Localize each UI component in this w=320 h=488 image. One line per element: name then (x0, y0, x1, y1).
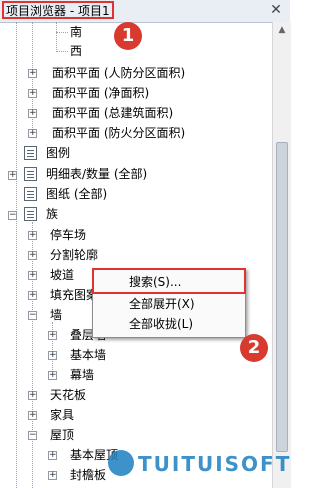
sheet-icon (24, 187, 37, 201)
tree-guide-line (16, 22, 17, 488)
project-browser-tree: 南 西 + 面积平面 (人防分区面积) + 面积平面 (净面积) + 面积平面 … (0, 22, 272, 488)
tree-item-area-total[interactable]: 面积平面 (总建筑面积) (52, 104, 173, 122)
tree-item-label: 封檐板 (70, 468, 107, 482)
tree-item-area-net[interactable]: 面积平面 (净面积) (52, 84, 149, 102)
close-icon[interactable]: ✕ (268, 2, 284, 18)
scroll-up-icon[interactable]: ▲ (273, 22, 291, 38)
step-badge-2: 2 (240, 334, 268, 362)
tree-item-families[interactable]: 族 (46, 205, 58, 223)
expand-icon[interactable]: + (48, 351, 57, 360)
expand-icon[interactable]: + (28, 129, 37, 138)
tree-item-label: 图例 (46, 146, 71, 160)
tree-item-label: 填充图案 (50, 288, 99, 302)
tree-item-sheets[interactable]: 图纸 (全部) (46, 185, 107, 203)
expand-icon[interactable]: + (28, 411, 37, 420)
tree-item-parking[interactable]: 停车场 (50, 226, 86, 244)
vertical-scrollbar[interactable]: ▲ (272, 22, 291, 488)
tree-item-fascia[interactable]: 封檐板 (70, 466, 106, 484)
tree-item-label: 西 (70, 44, 83, 58)
scrollbar-thumb[interactable] (276, 142, 288, 452)
tree-item-ramp[interactable]: 坡道 (50, 266, 74, 284)
expand-icon[interactable]: + (28, 231, 37, 240)
tree-item-label: 基本墙 (70, 348, 107, 362)
tree-item-label: 面积平面 (总建筑面积) (52, 106, 174, 120)
tree-item-label: 坡道 (50, 268, 75, 282)
title-highlight-box (2, 1, 114, 19)
step-badge-1: 1 (114, 22, 142, 50)
tree-item-label: 族 (46, 207, 59, 221)
tree-item-label: 天花板 (50, 388, 87, 402)
tree-item-label: 屋顶 (50, 428, 75, 442)
expand-icon[interactable]: + (28, 251, 37, 260)
menu-item-expand-all[interactable]: 全部展开(X) (93, 294, 245, 314)
expand-icon[interactable]: + (48, 451, 57, 460)
tree-guide-line (56, 51, 68, 52)
tree-item-label: 分割轮廓 (50, 248, 99, 262)
expand-icon[interactable]: + (28, 89, 37, 98)
tree-item-label: 面积平面 (防火分区面积) (52, 126, 186, 140)
tree-item-label: 面积平面 (净面积) (52, 86, 150, 100)
menu-item-collapse-all[interactable]: 全部收拢(L) (93, 314, 245, 334)
tree-item-roof[interactable]: 屋顶 (50, 426, 74, 444)
expand-icon[interactable]: + (48, 331, 57, 340)
expand-icon[interactable]: + (28, 291, 37, 300)
tree-guide-line (32, 222, 33, 488)
schedule-icon (24, 167, 37, 181)
tree-item-ceiling[interactable]: 天花板 (50, 386, 86, 404)
tree-item-schedules[interactable]: 明细表/数量 (全部) (46, 165, 147, 183)
tree-item-label: 图纸 (全部) (46, 187, 108, 201)
family-icon (24, 207, 37, 221)
tree-item-label: 家具 (50, 408, 75, 422)
collapse-icon[interactable]: − (28, 431, 37, 440)
expand-icon[interactable]: + (28, 69, 37, 78)
tree-item-furniture[interactable]: 家具 (50, 406, 74, 424)
tree-item-area-fire[interactable]: 面积平面 (防火分区面积) (52, 124, 185, 142)
expand-icon[interactable]: + (48, 371, 57, 380)
tree-item-profile[interactable]: 分割轮廓 (50, 246, 98, 264)
tree-guide-line (56, 32, 68, 33)
expand-icon[interactable]: + (28, 109, 37, 118)
tree-item-label: 停车场 (50, 228, 87, 242)
collapse-icon[interactable]: − (8, 211, 17, 220)
tree-item-wall[interactable]: 墙 (50, 306, 62, 324)
search-highlight-box (92, 268, 246, 294)
tree-item-label: 墙 (50, 308, 63, 322)
tree-item-label: 明细表/数量 (全部) (46, 167, 148, 181)
expand-icon[interactable]: + (28, 391, 37, 400)
tree-item-fill-pattern[interactable]: 填充图案 (50, 286, 98, 304)
tree-item-curtain-wall[interactable]: 幕墙 (70, 366, 94, 384)
tree-item-label: 面积平面 (人防分区面积) (52, 66, 186, 80)
tree-item-label: 幕墙 (70, 368, 95, 382)
watermark: TUITUISOFT (138, 452, 292, 476)
tree-item-south[interactable]: 南 (70, 23, 82, 41)
watermark-logo-icon (108, 450, 134, 476)
tree-guide-line (56, 22, 57, 52)
tree-item-basic-wall[interactable]: 基本墙 (70, 346, 106, 364)
tree-item-west[interactable]: 西 (70, 42, 82, 60)
collapse-icon[interactable]: − (28, 311, 37, 320)
legend-icon (24, 146, 37, 160)
expand-icon[interactable]: + (8, 171, 17, 180)
expand-icon[interactable]: + (48, 471, 57, 480)
tree-item-area-civil[interactable]: 面积平面 (人防分区面积) (52, 64, 185, 82)
expand-icon[interactable]: + (28, 271, 37, 280)
tree-item-label: 南 (70, 25, 83, 39)
tree-item-legend[interactable]: 图例 (46, 144, 70, 162)
